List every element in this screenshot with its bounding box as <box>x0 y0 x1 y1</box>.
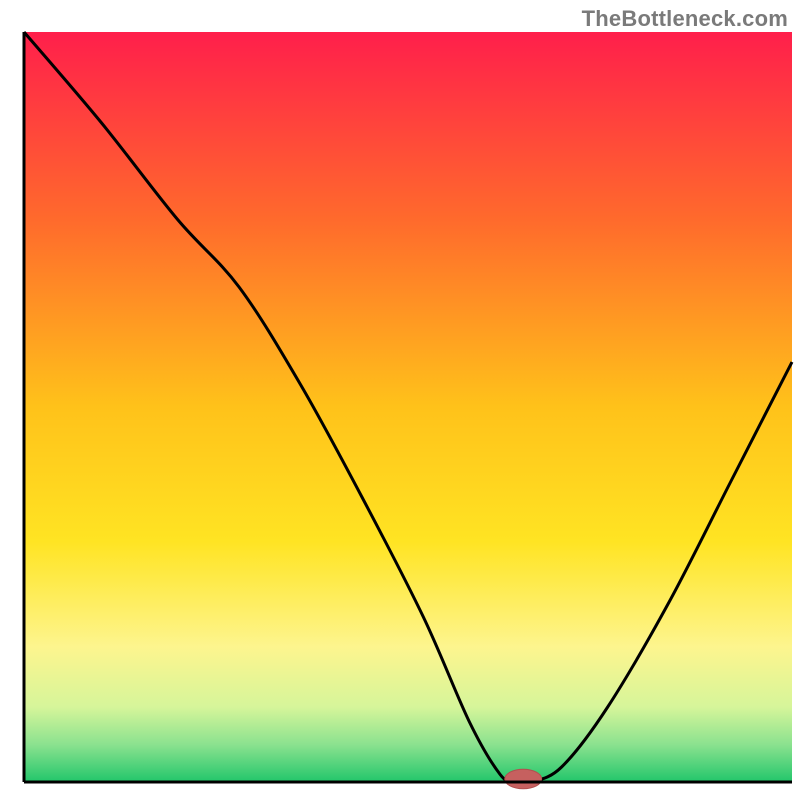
watermark-text: TheBottleneck.com <box>582 6 788 32</box>
chart-container: TheBottleneck.com <box>0 0 800 800</box>
bottleneck-chart <box>0 0 800 800</box>
optimal-marker <box>505 769 542 789</box>
plot-background <box>24 32 792 782</box>
